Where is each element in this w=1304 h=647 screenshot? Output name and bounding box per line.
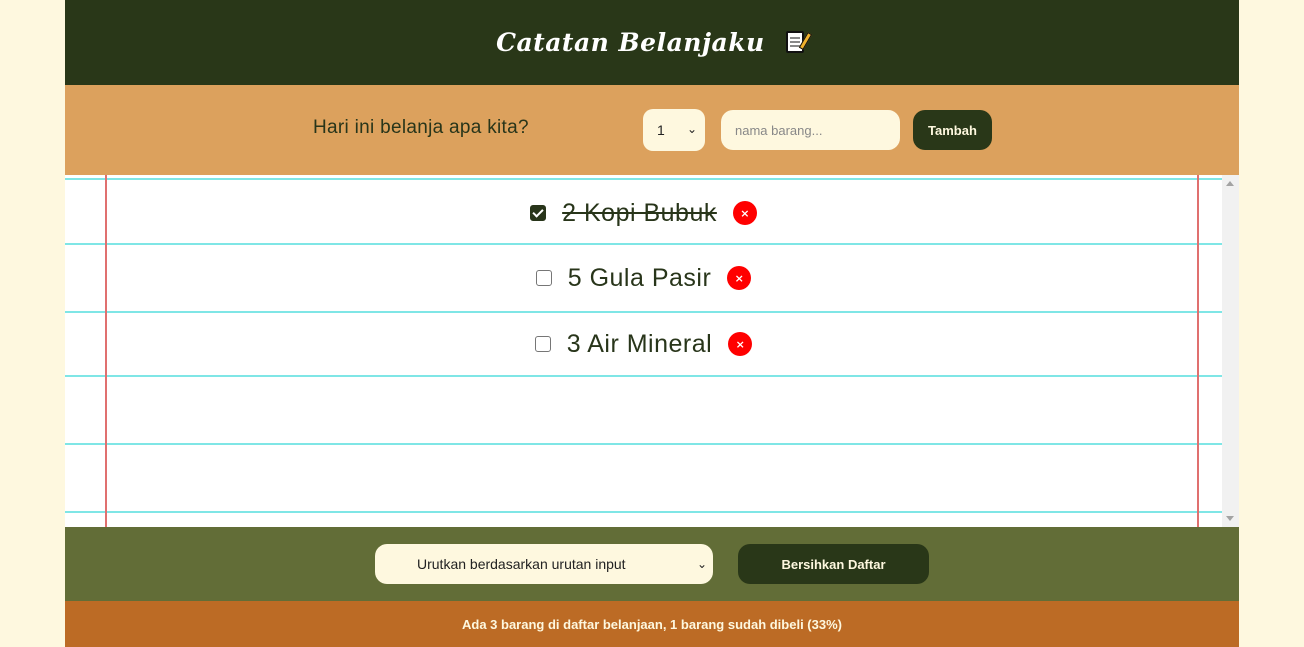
delete-icon[interactable]: ×: [727, 266, 752, 290]
item-name-input[interactable]: [721, 110, 900, 150]
add-item-form: Hari ini belanja apa kita? 1 ⌄ Tambah: [65, 85, 1239, 175]
sort-value: Urutkan berdasarkan urutan input: [417, 556, 626, 572]
chevron-down-icon: ⌄: [686, 122, 697, 136]
ruled-line: [65, 311, 1222, 313]
list-item: 2 Kopi Bubuk ×: [65, 193, 1222, 233]
ruled-line: [65, 375, 1222, 377]
ruled-line: [65, 243, 1222, 245]
delete-icon[interactable]: ×: [728, 332, 753, 356]
list-controls: Urutkan berdasarkan urutan input ⌄ Bersi…: [65, 527, 1239, 601]
app-header: Catatan Belanjaku: [65, 0, 1239, 85]
sort-select[interactable]: Urutkan berdasarkan urutan input ⌄: [375, 544, 713, 584]
app-container: Catatan Belanjaku Hari ini belanja apa k…: [65, 0, 1239, 647]
delete-icon[interactable]: ×: [732, 201, 757, 225]
stats-footer: Ada 3 barang di daftar belanjaan, 1 bara…: [65, 601, 1239, 647]
quantity-select[interactable]: 1 ⌄: [643, 109, 705, 151]
ruled-line: [65, 511, 1222, 513]
shopping-list: 2 Kopi Bubuk × 5 Gula Pasir × 3 Air Mine…: [65, 175, 1239, 527]
scroll-down-icon[interactable]: [1226, 516, 1234, 521]
item-label: 2 Kopi Bubuk: [562, 198, 717, 227]
ruled-line: [65, 178, 1222, 180]
item-checkbox[interactable]: [535, 270, 552, 286]
stats-text: Ada 3 barang di daftar belanjaan, 1 bara…: [462, 616, 842, 632]
item-checkbox[interactable]: [534, 336, 551, 352]
clear-list-button[interactable]: Bersihkan Daftar: [738, 544, 929, 584]
form-question: Hari ini belanja apa kita?: [313, 117, 529, 138]
item-checkbox[interactable]: [530, 205, 547, 221]
title-text: Catatan Belanjaku: [496, 28, 765, 57]
ruled-line: [65, 443, 1222, 445]
list-item: 3 Air Mineral ×: [65, 324, 1222, 364]
list-item: 5 Gula Pasir ×: [65, 258, 1222, 298]
add-button[interactable]: Tambah: [913, 110, 992, 150]
memo-icon: [784, 29, 813, 55]
quantity-value: 1: [657, 122, 665, 138]
item-label: 3 Air Mineral: [566, 329, 713, 358]
item-label: 5 Gula Pasir: [567, 263, 712, 292]
scroll-up-icon[interactable]: [1226, 181, 1234, 186]
chevron-down-icon: ⌄: [696, 557, 707, 571]
page-title: Catatan Belanjaku: [496, 28, 813, 57]
list-scrollbar[interactable]: [1222, 175, 1239, 527]
